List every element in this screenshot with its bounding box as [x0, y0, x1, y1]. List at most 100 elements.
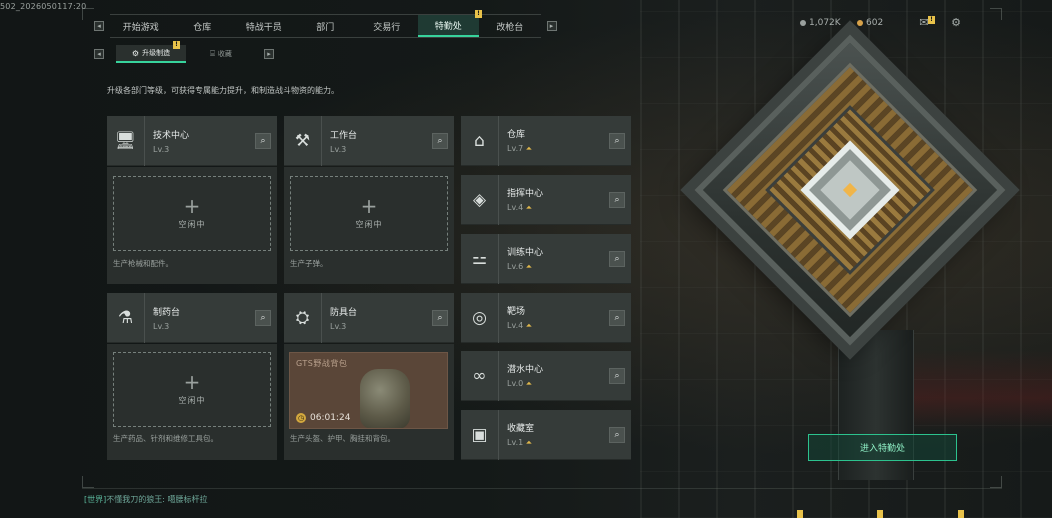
facility-card-command-center[interactable]: ◈ 指挥中心 Lv.4 ⏶ ⌕	[461, 174, 631, 225]
clock-icon: ◷	[296, 413, 306, 423]
search-icon[interactable]: ⌕	[255, 132, 271, 149]
tab-special-ops[interactable]: 特勤处 !	[417, 10, 482, 37]
search-icon[interactable]: ⌕	[609, 309, 625, 326]
upgrade-arrow-icon: ⏶	[525, 262, 533, 271]
facility-level: Lv.0	[507, 379, 524, 388]
nav-tabs: 开始游戏 仓库 特战干员 部门 交易行 特勤处 ! 改枪台	[110, 10, 541, 38]
subtab-collection-label: 收藏	[217, 50, 232, 58]
facility-description: 生产枪械和配件。	[113, 259, 173, 268]
facility-level: Lv.4	[507, 321, 524, 330]
notification-badge: !	[173, 41, 180, 49]
gear-icon: ⚙	[131, 48, 140, 58]
facility-level: Lv.3	[330, 144, 347, 154]
notification-badge	[797, 510, 803, 518]
facility-card-pharmacy[interactable]: ⚗ 制药台 Lv.3 ⌕	[107, 292, 277, 343]
coin-icon	[800, 20, 806, 26]
microscope-icon: ⚗	[107, 292, 145, 343]
facility-level: Lv.1	[507, 438, 524, 447]
facility-name: 潜水中心	[507, 365, 544, 375]
facility-body-pharmacy: + 空闲中 生产药品、针剂和维修工具包。	[107, 344, 277, 460]
search-icon[interactable]: ⌕	[432, 309, 448, 326]
facility-card-tech-center[interactable]: 🖥 技术中心 Lv.3 ⌕	[107, 115, 277, 166]
facility-level: Lv.6	[507, 262, 524, 271]
production-timer: ◷ 06:01:24	[296, 413, 350, 423]
tab-trading[interactable]: 交易行	[356, 15, 418, 37]
facility-card-workbench[interactable]: ⚒ 工作台 Lv.3 ⌕	[284, 115, 454, 166]
search-icon[interactable]: ⌕	[255, 309, 271, 326]
backpack-image	[360, 369, 410, 428]
upgrade-arrow-icon: ⏶	[525, 321, 533, 330]
production-slot-empty[interactable]: + 空闲中	[113, 176, 271, 251]
plus-icon: +	[360, 194, 378, 218]
tab-warehouse[interactable]: 仓库	[172, 15, 234, 37]
slot-status: 空闲中	[178, 396, 206, 405]
hud-bracket-bottom-right	[990, 476, 1002, 488]
facility-card-diving-center[interactable]: ∞ 潜水中心 Lv.0 ⏶ ⌕	[461, 350, 631, 401]
tab-start-game[interactable]: 开始游戏	[110, 15, 172, 37]
facility-name: 仓库	[507, 130, 526, 140]
build-id: 502_2026050117:20	[0, 2, 87, 11]
slot-status: 空闲中	[355, 220, 383, 229]
subtab-upgrade-craft[interactable]: ⚙ 升级制造 !	[116, 41, 186, 63]
facility-level: Lv.3	[153, 321, 170, 331]
production-slot-active[interactable]: GTS野战背包 ◷ 06:01:24	[289, 352, 448, 429]
nav-next-key[interactable]: ▸	[546, 21, 557, 31]
hud-bracket-top-right	[990, 8, 1002, 20]
notification-badge: !	[928, 16, 935, 24]
facility-card-collection-room[interactable]: ▣ 收藏室 Lv.1 ⏶ ⌕	[461, 409, 631, 460]
facility-card-training-center[interactable]: ⚍ 训练中心 Lv.6 ⏶ ⌕	[461, 233, 631, 284]
tab-operators[interactable]: 特战干员	[233, 15, 295, 37]
facility-card-shooting-range[interactable]: ◎ 靶场 Lv.4 ⏶ ⌕	[461, 292, 631, 343]
production-slot-empty[interactable]: + 空闲中	[113, 352, 271, 427]
subnav-prev-key[interactable]: ◂	[94, 49, 104, 59]
facility-description: 生产头盔、护甲、胸挂和背包。	[290, 434, 395, 443]
facility-name: 指挥中心	[507, 189, 544, 199]
facility-name: 防具台	[330, 307, 358, 318]
product-name: GTS野战背包	[296, 359, 348, 368]
sub-nav: ◂ ⚙ 升级制造 ! ⌸ 收藏 ▸	[94, 41, 274, 63]
chat-ticker[interactable]: [世界]不懂我刀的狼王: 噶腰标杆拉	[84, 494, 208, 505]
chat-message: 不懂我刀的狼王: 噶腰标杆拉	[106, 495, 208, 504]
subnav-next-key[interactable]: ▸	[264, 49, 274, 59]
page-description: 升级各部门等级，可获得专属能力提升，和制造战斗物资的能力。	[107, 86, 339, 95]
upgrade-arrow-icon: ⏶	[525, 379, 533, 388]
subtab-upgrade-craft-label: 升级制造	[142, 49, 171, 57]
diving-mask-icon: ∞	[461, 350, 499, 401]
notification-badge	[958, 510, 964, 518]
facility-level: Lv.7	[507, 144, 524, 153]
armor-icon: ⛭	[284, 292, 322, 343]
special-operations-cube	[694, 34, 1006, 346]
target-icon: ◎	[461, 292, 499, 343]
upgrade-arrow-icon: ⏶	[525, 438, 533, 447]
search-icon[interactable]: ⌕	[432, 132, 448, 149]
search-icon[interactable]: ⌕	[609, 132, 625, 149]
facility-body-tech-center: + 空闲中 生产枪械和配件。	[107, 167, 277, 284]
premium-coin-icon	[857, 20, 863, 26]
settings-gear-icon[interactable]: ⚙	[948, 16, 964, 30]
search-icon[interactable]: ⌕	[609, 426, 625, 443]
chat-channel: [世界]	[84, 495, 107, 504]
subtab-collection[interactable]: ⌸ 收藏	[186, 45, 256, 63]
facility-card-armor-bench[interactable]: ⛭ 防具台 Lv.3 ⌕	[284, 292, 454, 343]
facility-name: 技术中心	[153, 130, 190, 141]
facility-description: 生产子弹。	[290, 259, 328, 268]
search-icon[interactable]: ⌕	[609, 191, 625, 208]
computer-icon: 🖥	[107, 115, 145, 166]
search-icon[interactable]: ⌕	[609, 250, 625, 267]
search-icon[interactable]: ⌕	[609, 367, 625, 384]
facility-card-warehouse[interactable]: ⌂ 仓库 Lv.7 ⏶ ⌕	[461, 115, 631, 166]
tab-special-ops-label: 特勤处	[434, 21, 462, 32]
currency-coins: 1,072K	[800, 18, 841, 28]
plus-icon: +	[183, 194, 201, 218]
warehouse-icon: ⌂	[461, 115, 499, 166]
facility-name: 训练中心	[507, 248, 544, 258]
enter-special-ops-button[interactable]: 进入特勤处	[808, 434, 957, 461]
facility-level: Lv.4	[507, 203, 524, 212]
collection-icon: ⌸	[210, 49, 215, 58]
upgrade-arrow-icon: ⏶	[525, 144, 533, 153]
nav-prev-key[interactable]: ◂	[94, 21, 104, 31]
tab-departments[interactable]: 部门	[295, 15, 357, 37]
tab-gunsmith[interactable]: 改枪台	[479, 15, 541, 37]
collection-icon: ▣	[461, 409, 499, 460]
production-slot-empty[interactable]: + 空闲中	[290, 176, 448, 251]
